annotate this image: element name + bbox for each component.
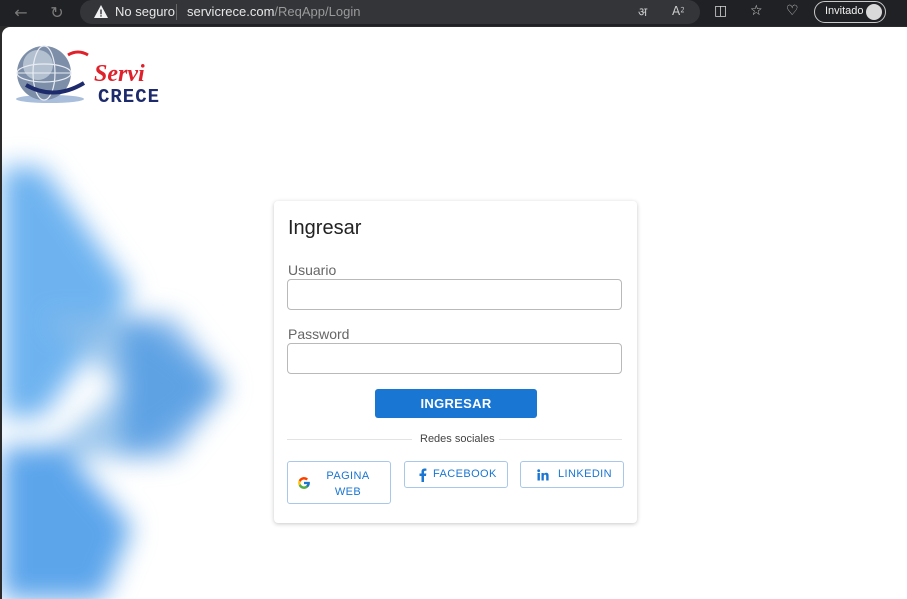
website-button-label: PAGINA WEB bbox=[318, 468, 378, 500]
read-aloud-icon[interactable]: A⁲ bbox=[672, 3, 685, 19]
linkedin-button[interactable]: LINKEDIN bbox=[520, 461, 624, 488]
address-separator bbox=[176, 4, 177, 20]
login-title: Ingresar bbox=[288, 217, 362, 239]
browser-essentials-icon[interactable]: ♡ bbox=[786, 3, 799, 19]
address-bar[interactable]: No seguro servicrece.com/ReqApp/Login अ … bbox=[80, 0, 700, 24]
linkedin-icon bbox=[537, 469, 549, 481]
favorites-icon[interactable]: ☆ bbox=[750, 3, 763, 19]
reload-icon[interactable]: ↻ bbox=[46, 2, 68, 24]
facebook-button[interactable]: FACEBOOK bbox=[404, 461, 508, 488]
logo-text-servi: Servi bbox=[94, 61, 145, 87]
website-button[interactable]: PAGINA WEB bbox=[287, 461, 391, 504]
password-input[interactable] bbox=[287, 343, 622, 374]
password-label: Password bbox=[288, 326, 350, 342]
warning-icon bbox=[94, 5, 108, 18]
linkedin-button-label: LINKEDIN bbox=[558, 468, 612, 480]
divider-right bbox=[499, 439, 622, 440]
login-card: Ingresar Usuario Password INGRESAR Redes… bbox=[274, 201, 637, 523]
username-label: Usuario bbox=[288, 262, 337, 278]
website-button-label-line1: PAGINA bbox=[326, 470, 370, 482]
servicrece-logo: Servi CRECE bbox=[14, 43, 174, 108]
security-status[interactable]: No seguro bbox=[115, 4, 175, 19]
avatar-icon bbox=[866, 4, 882, 20]
page-content: Servi CRECE Ingresar Usuario Password IN… bbox=[2, 27, 907, 599]
translate-icon[interactable]: अ bbox=[638, 3, 647, 20]
login-button[interactable]: INGRESAR bbox=[375, 389, 537, 418]
profile-label: Invitado bbox=[825, 5, 864, 17]
url-text[interactable]: servicrece.com/ReqApp/Login bbox=[187, 4, 360, 19]
back-icon[interactable]: ← bbox=[10, 2, 32, 24]
split-screen-icon[interactable]: ◫ bbox=[714, 3, 727, 19]
facebook-icon bbox=[419, 468, 427, 482]
google-icon bbox=[298, 477, 310, 489]
social-divider-label: Redes sociales bbox=[420, 433, 495, 445]
browser-toolbar: ← ↻ No seguro servicrece.com/ReqApp/Logi… bbox=[0, 0, 907, 26]
website-button-label-line2: WEB bbox=[334, 486, 362, 498]
divider-left bbox=[287, 439, 412, 440]
facebook-button-label: FACEBOOK bbox=[433, 468, 497, 480]
logo-text-crece: CRECE bbox=[98, 86, 161, 108]
profile-button[interactable]: Invitado bbox=[814, 1, 886, 23]
username-input[interactable] bbox=[287, 279, 622, 310]
url-path: /ReqApp/Login bbox=[274, 4, 361, 19]
url-domain: servicrece.com bbox=[187, 4, 275, 19]
